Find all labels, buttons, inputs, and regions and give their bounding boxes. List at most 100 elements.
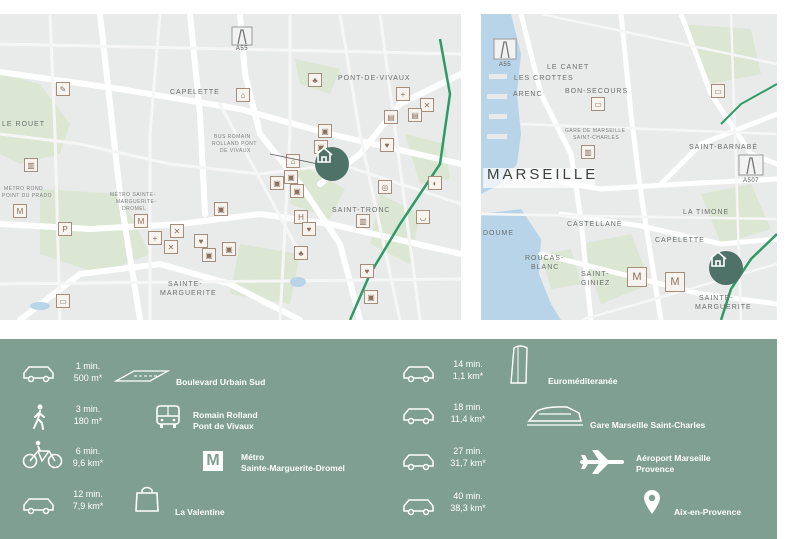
motorway-icon xyxy=(231,26,253,46)
destination-label: Aix-en-Provence xyxy=(674,507,742,517)
travel-distance: 500 m* xyxy=(73,373,103,383)
poi-health-icon[interactable]: ♥ xyxy=(380,138,394,152)
city-map[interactable]: MARSEILLE LE CANET LES CROTTES ARENC BON… xyxy=(481,14,777,320)
travel-distance: 9,6 km* xyxy=(72,458,104,468)
travel-distance: 38,3 km* xyxy=(450,503,486,513)
poi-shop-icon[interactable]: ▣ xyxy=(222,242,236,256)
home-icon xyxy=(315,147,333,163)
neighborhood-map[interactable]: A55 PONT-DE-VIVAUX CAPELETTE LE ROUET SA… xyxy=(0,14,461,320)
shopping-bag-icon xyxy=(135,486,159,512)
poi-metro-icon[interactable]: M xyxy=(134,214,148,228)
home-marker[interactable] xyxy=(709,251,743,285)
poi-culture-icon[interactable]: ◐ xyxy=(428,176,442,190)
travel-distance: 7,9 km* xyxy=(72,501,104,511)
poi-health-icon[interactable]: ♥ xyxy=(360,264,374,278)
poi-building-icon[interactable]: ▤ xyxy=(384,110,398,124)
location-pin-icon xyxy=(644,490,660,514)
poi-health-icon[interactable]: + xyxy=(396,87,410,101)
travel-distance: 180 m* xyxy=(73,416,103,426)
district-castellane: CASTELLANE xyxy=(567,221,623,228)
plane-icon xyxy=(580,450,624,474)
station-dromel: DROMEL xyxy=(122,206,147,212)
poi-restaurant-icon[interactable]: ✕ xyxy=(420,98,434,112)
motorway-icon xyxy=(493,38,517,60)
tower-icon xyxy=(510,345,528,384)
home-marker[interactable] xyxy=(315,147,349,181)
station-point-du-prado: POINT DU PRADO xyxy=(2,193,52,199)
poi-parking-icon[interactable]: ▭ xyxy=(56,294,70,308)
poi-shop-icon[interactable]: ▣ xyxy=(290,184,304,198)
destination-label: Aéroport Marseille xyxy=(636,453,711,463)
travel-time: 18 min. xyxy=(453,402,483,412)
poi-shop-icon[interactable]: ▣ xyxy=(364,290,378,304)
district-giniez: GINIEZ xyxy=(581,280,611,287)
district-roucas: ROUCAS- xyxy=(525,255,565,262)
poi-school-icon[interactable]: ✎ xyxy=(56,82,70,96)
poi-health-icon[interactable]: ♥ xyxy=(194,234,208,248)
poi-metro-icon[interactable]: M xyxy=(627,267,647,287)
district-doume: DOUME xyxy=(483,230,515,237)
poi-pharmacy-icon[interactable]: ◎ xyxy=(378,180,392,194)
poi-dental-icon[interactable]: ◡ xyxy=(416,210,430,224)
train-station-icon[interactable]: ▥ xyxy=(581,145,595,159)
destination-label: La Valentine xyxy=(175,507,225,517)
motorway-a55-shield: A55 xyxy=(231,26,253,52)
poi-restaurant-icon[interactable]: ✕ xyxy=(164,240,178,254)
motorway-label: A55 xyxy=(498,62,512,68)
poi-shop-icon[interactable]: ⌂ xyxy=(236,88,250,102)
travel-time: 1 min. xyxy=(75,361,101,371)
poi-park-icon[interactable]: ♣ xyxy=(294,246,308,260)
poi-parking-icon[interactable]: P xyxy=(58,222,72,236)
poi-shop-icon[interactable]: ▣ xyxy=(214,202,228,216)
poi-restaurant-icon[interactable]: ✕ xyxy=(170,224,184,238)
car-icon xyxy=(403,366,434,383)
poi-school-icon[interactable]: ▥ xyxy=(24,158,38,172)
poi-shop-icon[interactable]: ▭ xyxy=(711,84,725,98)
travel-time: 27 min. xyxy=(453,446,483,456)
walking-person-icon xyxy=(33,404,45,430)
motorway-a507-shield: A507 xyxy=(738,154,764,184)
poi-shop-icon[interactable]: ▣ xyxy=(270,176,284,190)
bicycle-icon xyxy=(22,440,63,469)
poi-fitness-icon[interactable]: ⌂ xyxy=(286,154,300,168)
poi-shop-icon[interactable]: ▣ xyxy=(284,170,298,184)
poi-shop-icon[interactable]: ▣ xyxy=(318,124,332,138)
motorway-a55-shield: A55 xyxy=(493,38,517,68)
poi-school-icon[interactable]: ▥ xyxy=(356,214,370,228)
district-sainte: SAINTE- xyxy=(168,281,203,288)
district-saint-barnabe: SAINT-BARNABÉ xyxy=(689,144,759,151)
district-marguerite: MARGUERITE xyxy=(160,290,217,297)
poi-shop-icon[interactable]: ▣ xyxy=(202,248,216,262)
destination-label: Provence xyxy=(636,464,675,474)
motorway-label: A55 xyxy=(235,46,249,52)
car-icon xyxy=(403,454,434,471)
poi-health-icon[interactable]: + xyxy=(148,231,162,245)
metro-icon: M xyxy=(203,451,223,471)
bus-stop-label-2: ROLLAND PONT xyxy=(212,141,257,147)
station-saint-charles: SAINT-CHARLES xyxy=(573,135,620,141)
station-metro-sainte: MÉTRO SAINTE- xyxy=(110,192,156,198)
station-metro-rond: MÉTRO ROND xyxy=(4,186,44,192)
district-arenc: ARENC xyxy=(513,91,543,98)
destination-label: Euroméditeranée xyxy=(548,376,618,386)
train-icon xyxy=(527,406,583,426)
poi-health-icon[interactable]: ♥ xyxy=(302,222,316,236)
poi-shop-icon[interactable]: ▭ xyxy=(591,97,605,111)
motorway-label: A507 xyxy=(742,178,759,184)
district-sainte: SAINTE- xyxy=(699,295,734,302)
destination-label: Gare Marseille Saint-Charles xyxy=(590,420,706,430)
poi-metro-icon[interactable]: M xyxy=(13,204,27,218)
car-icon xyxy=(23,498,54,515)
poi-building-icon[interactable]: ▤ xyxy=(408,108,422,122)
poi-park-icon[interactable]: ♣ xyxy=(308,73,322,87)
motorway-icon xyxy=(738,154,764,176)
travel-time: 6 min. xyxy=(75,446,101,456)
district-pont-de-vivaux: PONT-DE-VIVAUX xyxy=(338,75,411,82)
travel-distance: 31,7 km* xyxy=(450,458,486,468)
car-icon xyxy=(403,408,434,425)
district-le-canet: LE CANET xyxy=(547,64,590,71)
district-marguerite: MARGUERITE xyxy=(695,304,752,311)
destination-label: Boulevard Urbain Sud xyxy=(176,377,266,387)
home-icon xyxy=(709,251,727,267)
poi-metro-icon[interactable]: M xyxy=(665,272,685,292)
